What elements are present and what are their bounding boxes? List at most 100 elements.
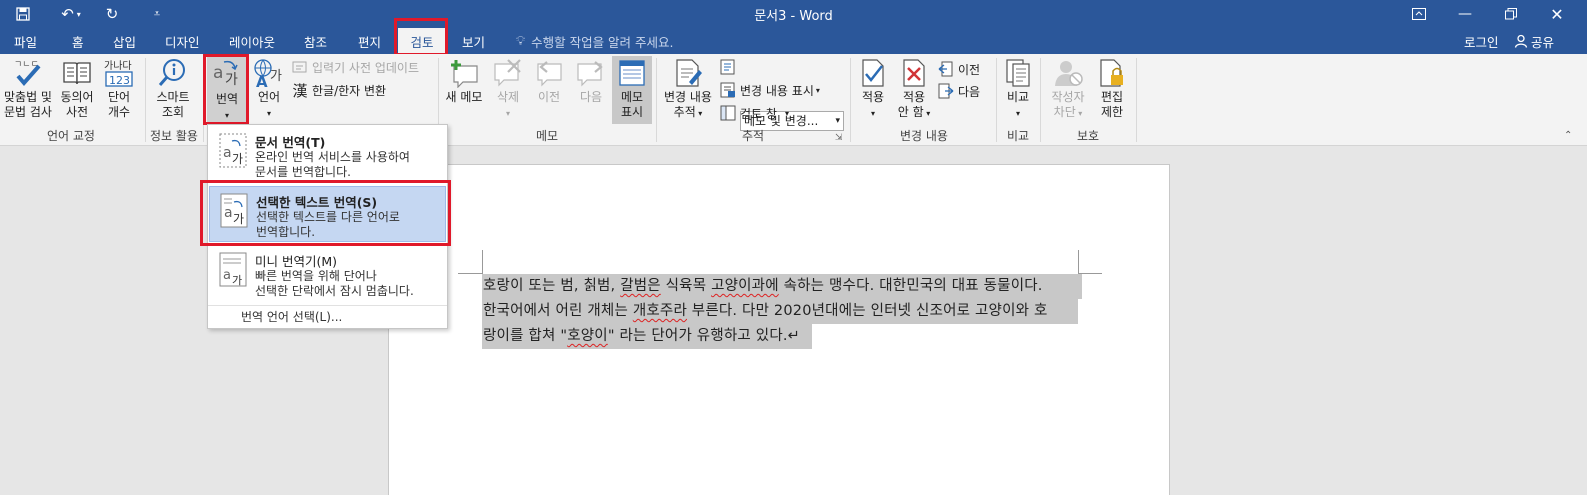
compare-icon [1006, 59, 1030, 87]
translate-selection-icon: a 가 [220, 193, 248, 228]
translate-menu: a 가 문서 번역(T) 온라인 번역 서비스를 사용하여 문서를 번역합니다. … [207, 124, 448, 329]
tell-me-box[interactable]: 💡︎ 수행할 작업을 알려 주세요. [516, 28, 674, 54]
tab-design[interactable]: 디자인 [155, 28, 210, 54]
smart-lookup-button[interactable]: 스마트 조회 [150, 58, 196, 120]
show-comments-line1: 메모 [620, 90, 644, 104]
translate-button[interactable]: a 가 번역 ▾ [207, 56, 247, 124]
tab-references[interactable]: 참조 [294, 28, 337, 54]
hanja-icon: 漢 [292, 81, 308, 100]
ime-update-label: 입력기 사전 업데이트 [312, 60, 419, 75]
save-icon[interactable] [10, 2, 36, 26]
tab-view[interactable]: 보기 [452, 28, 495, 54]
chevron-down-icon: ▾ [695, 109, 703, 118]
group-label-changes: 변경 내용 [900, 129, 948, 143]
accept-icon [862, 59, 884, 87]
delete-comment-button[interactable]: 삭제 ▾ [489, 58, 527, 121]
previous-change-label: 이전 [958, 62, 981, 77]
track-line1: 변경 내용 [664, 90, 712, 104]
track-changes-button[interactable]: 변경 내용 추적 ▾ [662, 58, 714, 121]
block-authors-icon [1055, 61, 1083, 86]
menu-item-translate-document[interactable]: a 가 문서 번역(T) 온라인 번역 서비스를 사용하여 문서를 번역합니다. [209, 127, 446, 181]
spelling-grammar-button[interactable]: ㄱㄴㄷ 맞춤법 및 문법 검사 [0, 58, 56, 120]
ime-dictionary-update-button[interactable]: 입력기 사전 업데이트 [292, 57, 419, 77]
svg-text:가: 가 [232, 274, 242, 287]
tab-mailings[interactable]: 편지 [348, 28, 391, 54]
redo-icon[interactable]: ↻ [100, 2, 124, 26]
language-button[interactable]: A 가 언어 ▾ [250, 58, 288, 121]
dialog-launcher-icon[interactable]: ⇲ [835, 133, 843, 143]
thesaurus-button[interactable]: 동의어 사전 [57, 58, 97, 120]
show-comments-icon [619, 60, 645, 86]
reject-line1: 적용 [902, 90, 926, 104]
tab-home[interactable]: 홈 [62, 28, 94, 54]
next-comment-button[interactable]: 다음 [572, 58, 610, 105]
reject-button[interactable]: 적용 안 함 ▾ [893, 58, 935, 121]
chevron-down-icon: ▾ [266, 109, 271, 118]
group-label-insights: 정보 활용 [150, 129, 198, 143]
svg-text:123: 123 [109, 74, 130, 87]
show-markup-button[interactable]: 변경 내용 표시 ▾ [720, 80, 820, 100]
separator [996, 58, 997, 142]
customize-quick-access-icon[interactable]: ⩡ [148, 2, 166, 26]
svg-text:a: a [223, 268, 231, 283]
menu-item-choose-translation-language[interactable]: 번역 언어 선택(L)... [208, 305, 447, 327]
signin-link[interactable]: 로그인 [1464, 28, 1499, 54]
tab-insert[interactable]: 삽입 [103, 28, 146, 54]
wordcount-line1: 단어 [107, 90, 131, 104]
word-count-button[interactable]: 가나다 123 단어 개수 [99, 58, 139, 120]
next-change-label: 다음 [958, 84, 981, 99]
accept-label: 적용 [861, 90, 885, 104]
close-icon[interactable]: ✕ [1534, 0, 1580, 28]
show-comments-button[interactable]: 메모 표시 [612, 56, 652, 124]
separator [1040, 58, 1041, 142]
delete-comment-icon [494, 59, 521, 87]
language-icon: A 가 [254, 59, 282, 88]
tab-review[interactable]: 검토 [398, 28, 446, 54]
undo-icon[interactable]: ↶ ▾ [54, 2, 88, 26]
delete-comment-label: 삭제 [496, 90, 520, 104]
block-authors-line2: 차단 [1053, 105, 1076, 119]
collapse-ribbon-icon[interactable]: ⌃ [1564, 130, 1572, 141]
menu-item-mini-translator[interactable]: a 가 미니 번역기(M) 빠른 번역을 위해 단어나 선택한 단락에서 잠시 멈… [209, 246, 446, 300]
tab-layout[interactable]: 레이아웃 [219, 28, 285, 54]
lock-document-icon [1100, 59, 1123, 87]
new-comment-icon [451, 60, 478, 88]
tab-file[interactable]: 파일 [4, 28, 47, 54]
smart-line2: 조회 [161, 105, 185, 119]
chevron-down-icon: ▾ [784, 108, 789, 118]
chevron-down-icon: ▾ [505, 109, 510, 118]
separator [656, 58, 657, 142]
menu-item-desc: 선택한 텍스트를 다른 언어로 번역합니다. [256, 210, 400, 239]
previous-change-button[interactable]: 이전 [938, 59, 980, 79]
show-markup-icon [720, 82, 736, 98]
restrict-line1: 편집 [1100, 90, 1124, 104]
reviewing-pane-button[interactable]: 검토 창 ▾ [720, 103, 789, 123]
compare-button[interactable]: 비교 ▾ [1000, 58, 1036, 121]
svg-text:가: 가 [233, 212, 244, 226]
hangul-hanja-convert-button[interactable]: 漢 한글/한자 변환 [292, 80, 386, 100]
accept-button[interactable]: 적용 ▾ [855, 58, 891, 121]
share-button[interactable]: 공유 [1514, 28, 1554, 54]
person-icon [1514, 34, 1528, 48]
restrict-editing-button[interactable]: 편집 제한 [1094, 58, 1130, 120]
block-authors-button[interactable]: 작성자 차단 ▾ [1044, 58, 1092, 121]
document-body[interactable]: 호랑이 또는 범, 칡범, 갈범은 식육목 고양이과에 속하는 맹수다. 대한민… [482, 274, 1082, 349]
previous-comment-button[interactable]: 이전 [530, 58, 568, 105]
new-comment-button[interactable]: 새 메모 [442, 58, 486, 105]
restore-icon[interactable] [1488, 0, 1534, 28]
track-line2: 추적 [673, 105, 696, 119]
group-label-proofing: 언어 교정 [47, 129, 95, 143]
menu-item-translate-selected-text[interactable]: a 가 선택한 텍스트 번역(S) 선택한 텍스트를 다른 언어로 번역합니다. [209, 186, 446, 242]
minimize-icon[interactable]: — [1442, 0, 1488, 28]
translate-icon: a 가 [213, 60, 238, 88]
reviewing-pane-label: 검토 창 [740, 106, 777, 121]
menu-item-title: 미니 번역기(M) [255, 254, 338, 269]
book-icon [63, 62, 91, 85]
reviewing-pane-icon [720, 105, 736, 121]
translate-label: 번역 [215, 92, 239, 106]
text-line: 호랑이 또는 범, 칡범, 갈범은 식육목 고양이과에 속하는 맹수다. 대한민… [482, 274, 1082, 299]
next-change-button[interactable]: 다음 [938, 81, 980, 101]
window-title: 문서3 - Word [754, 9, 833, 24]
svg-text:a: a [213, 63, 223, 83]
ribbon-display-options-icon[interactable] [1396, 0, 1442, 28]
